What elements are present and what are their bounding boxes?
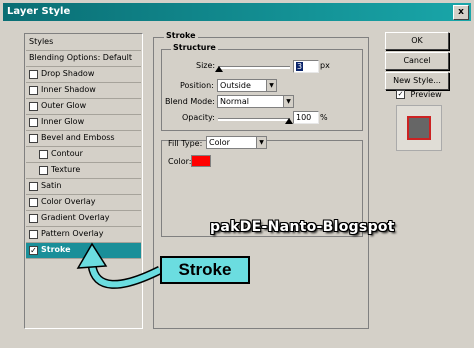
callout-arrow xyxy=(76,242,163,289)
watermark-text: pakDE-Nanto-Blogspot xyxy=(210,219,395,235)
stroke-callout: Stroke xyxy=(160,256,250,284)
